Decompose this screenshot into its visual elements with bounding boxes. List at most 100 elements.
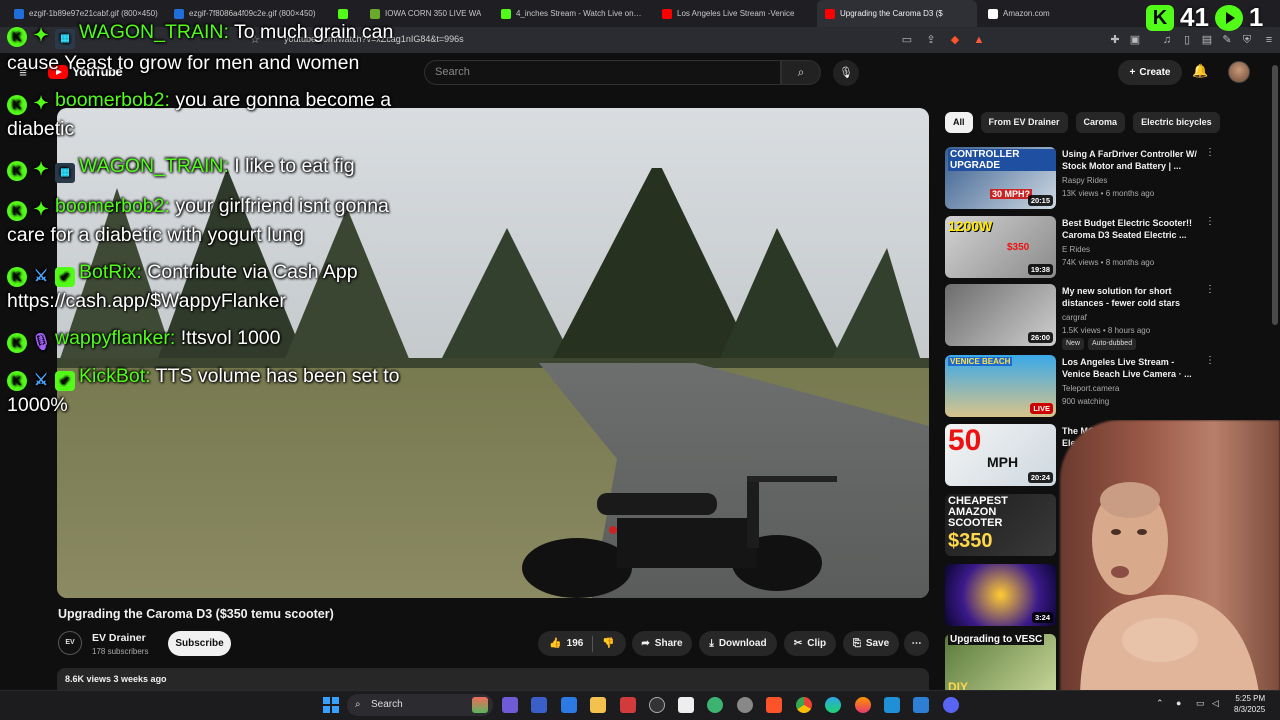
scrollbar-thumb[interactable] <box>1272 65 1278 325</box>
recommendation-item[interactable]: 26:00 My new solution for short distances… <box>945 284 1275 350</box>
browser-tab[interactable]: Upgrading the Caroma D3 ($ <box>817 0 977 27</box>
brave-browser-icon[interactable] <box>766 697 782 713</box>
extensions-icon[interactable]: ✚ <box>1108 33 1122 47</box>
taskbar-search-icon: ⌕ <box>355 699 361 710</box>
settings-gear-icon[interactable] <box>737 697 753 713</box>
video-thumbnail[interactable]: VENICE BEACH LIVE <box>945 355 1056 417</box>
app-icon-r[interactable] <box>561 697 577 713</box>
notifications-bell-icon[interactable]: 🔔 <box>1192 63 1208 79</box>
video-thumbnail[interactable]: 26:00 <box>945 284 1056 346</box>
account-avatar[interactable] <box>1228 61 1250 83</box>
gift-badge-icon: ✦ <box>33 93 49 113</box>
tab-label: IOWA CORN 350 LIVE WA <box>385 9 482 18</box>
maps-app-icon[interactable] <box>707 697 723 713</box>
video-thumbnail[interactable]: CONTROLLER UPGRADE 30 MPH? 20:15 <box>945 147 1056 209</box>
wallet-icon[interactable]: ▤ <box>1200 33 1214 47</box>
more-vertical-icon[interactable]: ⋮ <box>1205 355 1215 366</box>
more-actions-button[interactable]: ⋯ <box>904 631 929 656</box>
recommendation-title[interactable]: Los Angeles Live Stream -Venice Beach Li… <box>1062 356 1197 380</box>
screen-capture-icon[interactable] <box>678 697 694 713</box>
app-icon-2[interactable] <box>884 697 900 713</box>
more-vertical-icon[interactable]: ⋮ <box>1205 216 1215 227</box>
recommendation-item[interactable]: VENICE BEACH LIVE Los Angeles Live Stream … <box>945 355 1275 419</box>
more-vertical-icon[interactable]: ⋮ <box>1205 147 1215 158</box>
share-label: Share <box>654 638 683 649</box>
windows-start-icon[interactable] <box>323 697 339 713</box>
browser-tab[interactable]: Los Angeles Live Stream -Venice <box>654 0 814 27</box>
brave-rewards-icon[interactable]: ▲ <box>972 33 986 47</box>
dislike-button[interactable]: 👎 <box>602 638 614 649</box>
voice-search-button[interactable]: 🎙 <box>833 60 859 86</box>
recommendation-channel[interactable]: cargraf <box>1062 313 1087 322</box>
kick-logo-icon: K <box>1146 4 1174 31</box>
tab-label: Los Angeles Live Stream -Venice <box>677 9 795 18</box>
recommendation-channel[interactable]: Raspy Rides <box>1062 176 1107 185</box>
recommendation-item[interactable]: CONTROLLER UPGRADE 30 MPH? 20:15 Using A Fa… <box>945 147 1275 211</box>
video-thumbnail[interactable]: 1200W $350 19:38 <box>945 216 1056 278</box>
task-view-icon[interactable] <box>502 697 518 713</box>
search-button[interactable]: ⌕ <box>781 60 821 85</box>
recommendation-title[interactable]: Using A FarDriver Controller W/ Stock Mo… <box>1062 148 1197 172</box>
volume-icon[interactable]: ◁ <box>1212 698 1219 709</box>
network-icon[interactable]: ▭ <box>1196 698 1205 709</box>
share-page-icon[interactable]: ⇪ <box>924 33 938 47</box>
clock-time: 5:25 PM <box>1235 694 1266 703</box>
scooter-image <box>522 476 837 598</box>
app-icon-1[interactable] <box>531 697 547 713</box>
chrome-icon[interactable] <box>796 697 812 713</box>
recommendation-title[interactable]: Best Budget Electric Scooter!! Caroma D3… <box>1062 217 1197 241</box>
more-vertical-icon[interactable]: ⋮ <box>1205 284 1215 295</box>
chat-text: !ttsvol 1000 <box>180 327 281 349</box>
download-button[interactable]: ⤓ Download <box>699 631 777 656</box>
chat-message: K ✦ ▦ WAGON_TRAIN: I like to eat fig <box>7 152 407 183</box>
channel-name[interactable]: EV Drainer <box>92 632 146 644</box>
edit-icon[interactable]: ✎ <box>1220 33 1234 47</box>
create-button[interactable]: + Create <box>1118 60 1182 85</box>
filter-chip[interactable]: All <box>945 112 973 133</box>
screenshot-icon[interactable]: ▣ <box>1128 33 1142 47</box>
sidebar-icon[interactable]: ▯ <box>1180 33 1194 47</box>
brave-shield-icon[interactable]: ◆ <box>948 33 962 47</box>
chat-message: K ✦ ▦ WAGON_TRAIN: To much grain can cause … <box>7 18 407 77</box>
divider <box>592 635 594 652</box>
channel-logo[interactable]: EV <box>58 631 82 655</box>
thumbnail-text: 1200W <box>948 218 993 234</box>
cast-icon[interactable]: ▭ <box>900 33 914 47</box>
clip-button[interactable]: ✂ Clip <box>784 631 836 656</box>
recommendation-channel[interactable]: Teleport.camera <box>1062 384 1119 393</box>
thumbnail-text: VENICE BEACH <box>948 357 1013 366</box>
gift-badge-icon: ✦ <box>33 199 49 219</box>
thumbnail-subtext: $350 <box>948 530 993 552</box>
subscribe-button[interactable]: Subscribe <box>168 631 231 656</box>
clock-app-icon[interactable] <box>649 697 665 713</box>
taskbar-clock[interactable]: 5:25 PM 8/3/2025 <box>1234 693 1265 715</box>
kick-badge-icon: K <box>7 201 27 221</box>
filter-chip[interactable]: From EV Drainer <box>980 112 1068 133</box>
calendar-app-icon[interactable] <box>620 697 636 713</box>
vscode-icon[interactable] <box>913 697 929 713</box>
verified-badge-icon: ✔ <box>55 371 75 391</box>
share-button[interactable]: ➦ Share <box>632 631 692 656</box>
edge-icon[interactable] <box>825 697 841 713</box>
vpn-icon[interactable]: ⛨ <box>1240 33 1254 47</box>
file-explorer-icon[interactable] <box>590 697 606 713</box>
filter-chip[interactable]: Caroma <box>1075 112 1126 133</box>
browser-tab[interactable]: 4_inches Stream - Watch Live on Kick <box>493 0 651 27</box>
watermelon-app-icon[interactable] <box>472 697 488 713</box>
save-button[interactable]: ⎘ Save <box>843 631 899 656</box>
microphone-tray-icon[interactable]: ● <box>1176 698 1181 708</box>
tray-chevron-icon[interactable]: ⌃ <box>1156 698 1164 709</box>
firefox-icon[interactable] <box>855 697 871 713</box>
recommendation-channel[interactable]: E Rides <box>1062 245 1090 254</box>
like-dislike-group: 👍 196 👎 <box>538 631 626 656</box>
filter-chip[interactable]: Electric bicycles <box>1133 112 1220 133</box>
like-button[interactable]: 👍 196 <box>549 638 583 649</box>
discord-icon[interactable] <box>943 697 959 713</box>
thumbnail-subtext: $350 <box>1007 242 1030 253</box>
menu-icon[interactable]: ≡ <box>1262 33 1276 47</box>
recommendation-item[interactable]: 1200W $350 19:38 Best Budget Electric Scoot… <box>945 216 1275 280</box>
media-icon[interactable]: ♫ <box>1160 33 1174 47</box>
browser-tab[interactable]: Amazon.com <box>980 0 1080 27</box>
recommendation-title[interactable]: My new solution for short distances - fe… <box>1062 285 1197 309</box>
search-input[interactable]: Search <box>424 60 781 85</box>
